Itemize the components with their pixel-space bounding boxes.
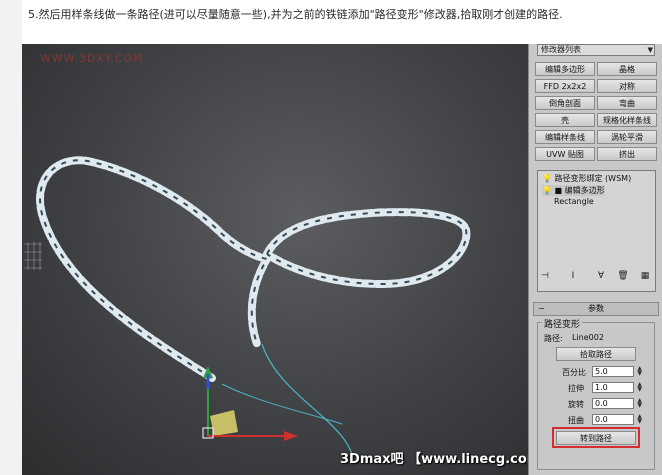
viewport-scene xyxy=(24,156,471,455)
make-unique-icon[interactable]: ∀ xyxy=(595,270,607,282)
rotation-spinner[interactable]: 0.0 ▲ ▼ xyxy=(592,398,642,409)
grid-object xyxy=(24,242,42,270)
spinner-arrows-icon[interactable]: ▲ ▼ xyxy=(637,382,642,393)
modifier-button[interactable]: 挤出 xyxy=(597,147,657,161)
path-label: 路径: xyxy=(544,334,563,343)
configure-sets-icon[interactable]: ▦ xyxy=(639,270,651,282)
stack-toolbar: ⊣ Ⅰ ∀ 🗑 ▦ xyxy=(537,270,656,284)
modifier-list-dropdown[interactable]: 修改器列表 ▼ xyxy=(537,44,655,56)
chevron-down-icon: ▼ xyxy=(647,46,653,54)
transform-gizmo xyxy=(202,366,298,441)
chain-links xyxy=(39,159,468,379)
modifier-button[interactable]: 涡轮平滑 xyxy=(597,130,657,144)
instruction-text: 5.然后用样条线做一条路径(进可以尽量随意一些),并为之前的铁链添加"路径变形"… xyxy=(28,8,563,21)
stack-item[interactable]: 💡 ■ 编辑多边形 xyxy=(542,185,605,196)
modifier-button[interactable]: 晶格 xyxy=(597,62,657,76)
stretch-spinner[interactable]: 1.0 ▲ ▼ xyxy=(592,382,642,393)
remove-modifier-icon[interactable]: 🗑 xyxy=(617,270,629,282)
rotation-label: 旋转 xyxy=(568,400,584,409)
spline-path xyxy=(261,343,353,455)
modifier-button[interactable]: 编辑样条线 xyxy=(535,130,595,144)
percent-spinner[interactable]: 5.0 ▲ ▼ xyxy=(592,366,642,377)
lightbulb-icon[interactable]: 💡 xyxy=(542,174,552,183)
modifier-button[interactable]: 规格化样条线 xyxy=(597,113,657,127)
stack-item[interactable]: 💡 路径变形绑定 (WSM) xyxy=(542,173,631,184)
chain-path xyxy=(36,156,471,382)
command-panel: 修改器列表 ▼ 编辑多边形 晶格 FFD 2x2x2 对称 倒角剖面 弯曲 壳 … xyxy=(528,44,662,475)
show-end-result-icon[interactable]: Ⅰ xyxy=(567,270,579,282)
modifier-list-label: 修改器列表 xyxy=(541,45,581,54)
twist-spinner[interactable]: 0.0 ▲ ▼ xyxy=(592,414,642,425)
pick-path-button[interactable]: 拾取路径 xyxy=(556,347,636,361)
spinner-arrows-icon[interactable]: ▲ ▼ xyxy=(637,414,642,425)
modifier-button[interactable]: 弯曲 xyxy=(597,96,657,110)
spinner-arrows-icon[interactable]: ▲ ▼ xyxy=(637,366,642,377)
group-title: 路径变形 xyxy=(542,317,583,330)
page-left-margin xyxy=(0,0,22,475)
path-deform-group: 路径变形 路径: Line002 拾取路径 百分比 5.0 ▲ ▼ 拉伸 1.0 ▲ ▼… xyxy=(537,317,655,470)
modifier-button[interactable]: 对称 xyxy=(597,79,657,93)
modifier-button[interactable]: UVW 贴图 xyxy=(535,147,595,161)
perspective-viewport[interactable]: WWW.3DXY.COM 3Dmax吧 【www.linecg.com/tieb… xyxy=(22,44,528,475)
stack-item[interactable]: Rectangle xyxy=(554,197,594,206)
modifier-button[interactable]: FFD 2x2x2 xyxy=(535,79,595,93)
highlight-box xyxy=(552,427,640,448)
spinner-arrows-icon[interactable]: ▲ ▼ xyxy=(637,398,642,409)
lightbulb-icon[interactable]: 💡 xyxy=(542,186,552,195)
modifier-button[interactable]: 倒角剖面 xyxy=(535,96,595,110)
collapse-icon: − xyxy=(538,304,545,313)
parameters-rollout-header[interactable]: − 参数 xyxy=(533,302,659,316)
stack-expand-icon[interactable]: ■ xyxy=(555,186,563,195)
percent-label: 百分比 xyxy=(562,368,586,377)
pin-stack-icon[interactable]: ⊣ xyxy=(539,270,551,282)
viewport-caption: 3Dmax吧 【www.linecg.com/tieba/1771】 xyxy=(340,452,528,467)
modifier-button[interactable]: 壳 xyxy=(535,113,595,127)
stretch-label: 拉伸 xyxy=(568,384,584,393)
twist-label: 扭曲 xyxy=(568,416,584,425)
path-value: Line002 xyxy=(572,333,604,342)
modifier-button[interactable]: 编辑多边形 xyxy=(535,62,595,76)
